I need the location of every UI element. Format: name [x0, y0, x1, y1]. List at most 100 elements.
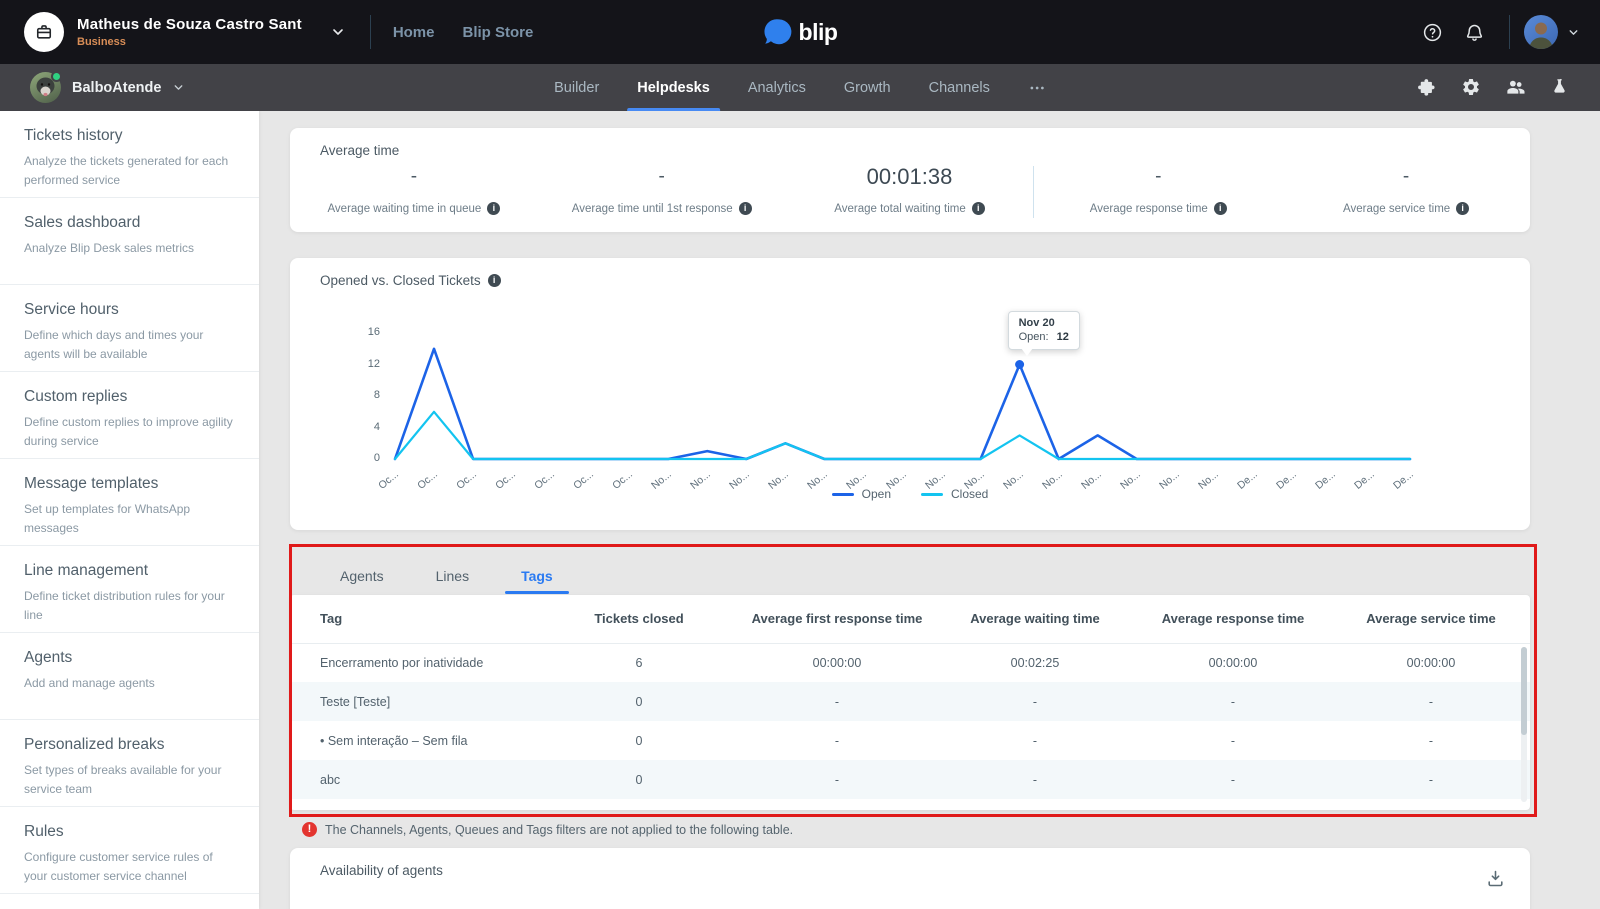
average-time-card: Average time -Average waiting time in qu…: [290, 128, 1530, 232]
sidebar-item-tickets-history[interactable]: Tickets history Analyze the tickets gener…: [0, 111, 259, 198]
settings-icon[interactable]: [1460, 77, 1482, 98]
account-switcher: Matheus de Souza Castro Sant Business Ho…: [0, 12, 533, 52]
y-axis-tick: 4: [348, 421, 380, 433]
sidebar-item-description: Define custom replies to improve agility…: [24, 413, 239, 450]
legend-swatch: [832, 493, 854, 496]
module-tabs: Builder Helpdesks Analytics Growth Channels: [554, 64, 1046, 111]
sidebar-item-personalized-breaks[interactable]: Personalized breaksSet types of breaks a…: [0, 720, 259, 807]
stat-value: -: [411, 164, 417, 190]
info-icon[interactable]: i: [739, 202, 752, 215]
stat-label-text: Average waiting time in queue: [327, 203, 481, 215]
notifications-icon[interactable]: [1453, 22, 1495, 43]
sidebar-item-description: Add and manage agents: [24, 674, 239, 693]
sidebar-item-title: Service hours: [24, 301, 239, 319]
organization-avatar[interactable]: [24, 12, 64, 52]
tab-channels[interactable]: Channels: [929, 64, 990, 111]
warning-text: The Channels, Agents, Queues and Tags fi…: [325, 823, 793, 837]
tooltip-series-label: Open:: [1019, 331, 1049, 343]
table-cell: -: [738, 721, 936, 760]
tooltip-value-row: Open:12: [1019, 331, 1069, 343]
stat-value: 00:01:38: [867, 164, 953, 190]
legend-item-open: Open: [832, 487, 891, 501]
bot-selector[interactable]: BalboAtende: [0, 72, 185, 103]
topbar-link-blip-store[interactable]: Blip Store: [463, 24, 534, 41]
tags-table-card: TagTickets closedAverage first response …: [290, 595, 1530, 810]
screen: Matheus de Souza Castro Sant Business Ho…: [0, 0, 1600, 909]
table-cell: 00:00:00: [1134, 643, 1332, 682]
user-avatar[interactable]: [1524, 15, 1558, 49]
main-content: Average time -Average waiting time in qu…: [259, 111, 1600, 909]
y-axis-tick: 0: [348, 452, 380, 464]
table-header: TagTickets closedAverage first response …: [290, 595, 1530, 643]
metrics-tab-tags[interactable]: Tags: [521, 568, 553, 584]
topbar: Matheus de Souza Castro Sant Business Ho…: [0, 0, 1600, 64]
tab-analytics[interactable]: Analytics: [748, 64, 806, 111]
availability-card: Availability of agents: [290, 848, 1530, 909]
sidebar-item-agents[interactable]: AgentsAdd and manage agents: [0, 633, 259, 720]
stat-label-text: Average service time: [1343, 203, 1450, 215]
blip-logo: blip: [763, 17, 838, 48]
extensions-icon[interactable]: [1416, 77, 1438, 98]
table-row: Encerramento por inatividade600:00:0000:…: [290, 643, 1530, 682]
info-icon[interactable]: i: [1214, 202, 1227, 215]
tab-builder[interactable]: Builder: [554, 64, 599, 111]
metrics-tab-lines[interactable]: Lines: [436, 568, 469, 584]
experiments-icon[interactable]: [1548, 77, 1570, 98]
info-icon[interactable]: i: [487, 202, 500, 215]
sidebar-item-sales-dashboard[interactable]: Sales dashboardAnalyze Blip Desk sales m…: [0, 198, 259, 285]
sidebar-item-rules[interactable]: RulesConfigure customer service rules of…: [0, 807, 259, 894]
y-axis-tick: 12: [348, 358, 380, 370]
topbar-link-home[interactable]: Home: [393, 24, 435, 41]
table-cell: 0: [540, 760, 738, 799]
table-cell: -: [738, 760, 936, 799]
topbar-right: [1411, 15, 1600, 49]
table-cell: abc: [290, 760, 540, 799]
table-header-row: TagTickets closedAverage first response …: [290, 595, 1530, 643]
chart-legend: OpenClosed: [290, 487, 1530, 501]
sidebar-item-title: Personalized breaks: [24, 736, 239, 754]
table-cell: -: [1332, 721, 1530, 760]
sidebar-item-title: Rules: [24, 823, 239, 841]
table-body: Encerramento por inatividade600:00:0000:…: [290, 643, 1530, 799]
stat-4: -Average service timei: [1282, 164, 1530, 232]
column-header: Tickets closed: [540, 595, 738, 643]
topbar-nav: Home Blip Store: [393, 24, 534, 41]
navbar-tools: [1416, 77, 1600, 98]
tab-growth[interactable]: Growth: [844, 64, 891, 111]
table-cell: -: [738, 682, 936, 721]
sidebar-item-custom-replies[interactable]: Custom repliesDefine custom replies to i…: [0, 372, 259, 459]
sidebar-item-description: Set up templates for WhatsApp messages: [24, 500, 239, 537]
stat-label-text: Average total waiting time: [834, 203, 965, 215]
table-cell: • Sem interação – Sem fila: [290, 721, 540, 760]
table-cell: 6: [540, 643, 738, 682]
table-cell: -: [1332, 760, 1530, 799]
series-closed-line: [395, 412, 1410, 459]
table-row: Teste [Teste]0----: [290, 682, 1530, 721]
legend-swatch: [921, 493, 943, 496]
sidebar-item-title: Tickets history: [24, 127, 239, 145]
y-axis-tick: 16: [348, 326, 380, 338]
sidebar-item-line-management[interactable]: Line managementDefine ticket distributio…: [0, 546, 259, 633]
download-button[interactable]: [1485, 868, 1506, 894]
metrics-tab-agents[interactable]: Agents: [340, 568, 384, 584]
tooltip-data-point: [1015, 360, 1024, 369]
tab-helpdesks[interactable]: Helpdesks: [637, 64, 710, 111]
sidebar-item-service-hours[interactable]: Service hoursDefine which days and times…: [0, 285, 259, 372]
account-chevron-down-icon[interactable]: [330, 24, 346, 40]
blip-logo-text: blip: [799, 19, 838, 46]
info-icon[interactable]: i: [1456, 202, 1469, 215]
more-menu-icon[interactable]: [1028, 64, 1046, 111]
stat-label: Average waiting time in queue i: [327, 202, 500, 215]
team-icon[interactable]: [1504, 77, 1526, 98]
sidebar-item-description: Analyze the tickets generated for each p…: [24, 152, 239, 189]
table-cell: Encerramento por inatividade: [290, 643, 540, 682]
sidebar-item-message-templates[interactable]: Message templatesSet up templates for Wh…: [0, 459, 259, 546]
table-scrollbar-thumb[interactable]: [1521, 647, 1527, 735]
account-name: Matheus de Souza Castro Sant: [77, 16, 302, 33]
help-icon[interactable]: [1411, 22, 1453, 43]
stat-label-text: Average response time: [1090, 203, 1208, 215]
sidebar-item-description: Analyze Blip Desk sales metrics: [24, 239, 239, 258]
table-row: abc0----: [290, 760, 1530, 799]
user-menu-chevron-down-icon[interactable]: [1567, 26, 1580, 39]
info-icon[interactable]: i: [972, 202, 985, 215]
